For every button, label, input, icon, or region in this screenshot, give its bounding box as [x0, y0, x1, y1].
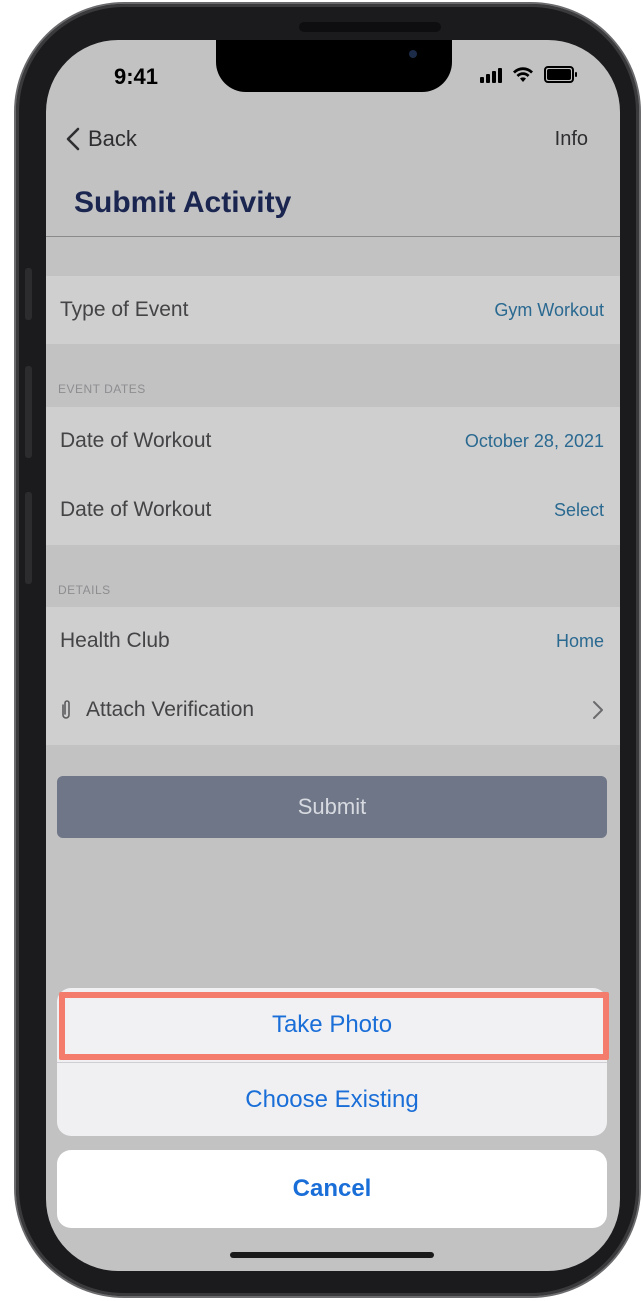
type-of-event-row[interactable]: Type of Event Gym Workout	[60, 276, 604, 344]
notch	[216, 40, 452, 92]
info-button[interactable]: Info	[555, 128, 588, 151]
date-of-workout-row[interactable]: Date of Workout October 28, 2021	[60, 407, 604, 475]
choose-existing-button[interactable]: Choose Existing	[57, 1063, 607, 1137]
health-club-row[interactable]: Health Club Home	[60, 607, 604, 675]
volume-up-button	[25, 366, 32, 458]
paperclip-icon	[62, 700, 70, 719]
chevron-left-icon	[66, 127, 80, 151]
date-of-workout-select-row[interactable]: Date of Workout Select	[60, 476, 604, 544]
details-header: DETAILS	[58, 583, 111, 597]
cancel-button[interactable]: Cancel	[57, 1150, 607, 1228]
event-type-group: Type of Event Gym Workout	[46, 276, 620, 344]
back-button[interactable]: Back	[66, 126, 137, 152]
event-dates-header: EVENT DATES	[58, 382, 146, 396]
back-label: Back	[88, 126, 137, 151]
chevron-right-icon	[593, 701, 603, 719]
type-of-event-label: Type of Event	[60, 298, 189, 321]
battery-icon	[544, 66, 577, 83]
details-group: Health Club Home Attach Verification	[46, 607, 620, 745]
type-of-event-value: Gym Workout	[494, 299, 604, 320]
health-club-value: Home	[555, 630, 604, 651]
attach-verification-label: Attach Verification	[86, 698, 255, 721]
date-of-workout-label: Date of Workout	[60, 429, 212, 452]
event-dates-group: Date of Workout October 28, 2021 Date of…	[46, 407, 620, 545]
screen: 9:41 Back Info Submit Activity Type of E…	[46, 40, 620, 1271]
attach-verification-content: Attach Verification	[60, 698, 254, 722]
signal-icon	[480, 67, 502, 83]
status-icons	[480, 66, 577, 83]
status-time: 9:41	[114, 64, 159, 89]
submit-button[interactable]: Submit	[57, 776, 607, 838]
date-of-workout-value: October 28, 2021	[464, 430, 604, 451]
action-sheet: Take Photo Choose Existing	[57, 988, 609, 1137]
health-club-label: Health Club	[60, 629, 170, 652]
navigation-bar: Back Info	[46, 118, 620, 162]
front-camera	[409, 50, 417, 58]
home-indicator[interactable]	[230, 1252, 434, 1258]
title-divider	[46, 236, 620, 237]
mute-switch	[25, 268, 32, 320]
wifi-icon	[513, 66, 533, 82]
page-title: Submit Activity	[74, 186, 292, 219]
date-select-value: Select	[553, 499, 604, 520]
speaker-grille	[299, 22, 441, 32]
volume-down-button	[25, 492, 32, 584]
attach-verification-row[interactable]: Attach Verification	[60, 676, 604, 744]
take-photo-button[interactable]: Take Photo	[57, 988, 607, 1062]
date-of-workout-select-label: Date of Workout	[60, 498, 212, 521]
